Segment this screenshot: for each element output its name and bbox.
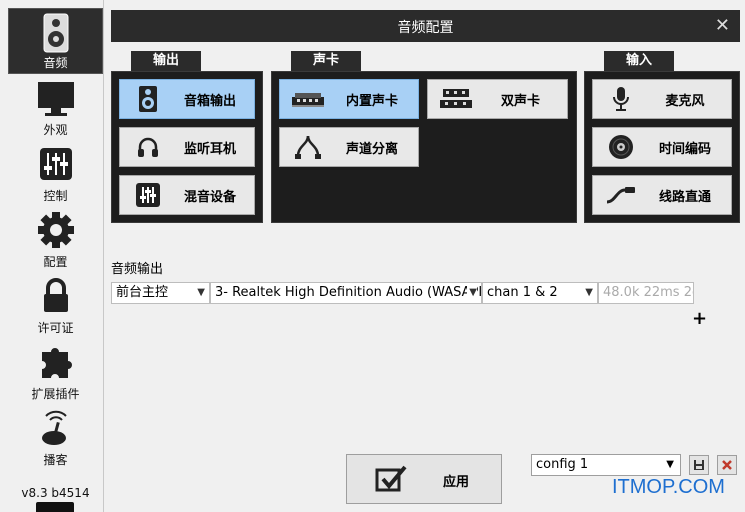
chevron-down-icon: ▼ (666, 459, 674, 470)
tab-input: 输入 (604, 51, 674, 71)
sidebar-item-extensions[interactable]: 扩展插件 (8, 338, 103, 404)
chevron-down-icon: ▼ (467, 283, 477, 303)
dual-soundcard-icon (438, 85, 474, 113)
sidebar-item-skins[interactable]: 外观 (8, 74, 103, 140)
channels-select[interactable]: chan 1 & 2 ▼ (482, 282, 598, 304)
sidebar-item-label: 外观 (43, 123, 68, 137)
chevron-down-icon: ▼ (197, 287, 205, 298)
folder-icon[interactable] (36, 502, 74, 512)
sidebar: 音频 外观 控制 配置 许可证 扩展插件 播客 v8.3 b4514 (0, 0, 104, 512)
speaker-icon (130, 85, 166, 113)
builtin-soundcard-button[interactable]: 内置声卡 (279, 79, 419, 119)
sample-rate-field[interactable]: 48.0k 22ms 2o (598, 282, 694, 304)
sidebar-item-label: 配置 (43, 255, 68, 269)
save-config-button[interactable] (689, 455, 709, 475)
dual-soundcard-label: 双声卡 (500, 93, 540, 109)
mixer-device-label: 混音设备 (183, 189, 236, 205)
headphones-label: 监听耳机 (183, 141, 236, 157)
close-icon[interactable]: ✕ (715, 15, 730, 36)
sidebar-item-options[interactable]: 配置 (8, 206, 103, 272)
sidebar-item-label: 音频 (43, 56, 68, 70)
tab-soundcard: 声卡 (291, 51, 361, 71)
watermark-text: ITMOP.COM (612, 476, 725, 498)
dual-soundcard-button[interactable]: 双声卡 (427, 79, 568, 119)
add-output-button[interactable]: + (692, 308, 707, 329)
split-cable-icon (290, 133, 326, 161)
builtin-soundcard-label: 内置声卡 (345, 93, 398, 109)
dialog-titlebar: 音频配置 ✕ (111, 10, 740, 42)
microphone-label: 麦克风 (665, 93, 705, 109)
sidebar-item-label: 扩展插件 (31, 387, 80, 401)
audio-output-label: 音频输出 (111, 262, 164, 277)
channel-split-button[interactable]: 声道分离 (279, 127, 419, 167)
speaker-output-label: 音箱输出 (183, 93, 236, 109)
delete-icon (722, 460, 732, 470)
chevron-down-icon: ▼ (585, 287, 593, 298)
monitor-icon (37, 82, 74, 116)
broadcast-icon (41, 410, 67, 445)
apply-button[interactable]: 应用 (346, 454, 502, 504)
sliders-icon (39, 148, 72, 180)
sidebar-item-label: 许可证 (37, 321, 74, 335)
config-select-value: config 1 (536, 457, 589, 472)
soundcard-icon (290, 85, 326, 113)
mixer-icon (130, 181, 166, 209)
dialog-title: 音频配置 (397, 20, 454, 36)
device-select[interactable]: 3- Realtek High Definition Audio (WASAPI… (210, 282, 482, 304)
line-cable-icon (603, 181, 639, 209)
delete-config-button[interactable] (717, 455, 737, 475)
tab-output: 输出 (131, 51, 201, 71)
device-select-value: 3- Realtek High Definition Audio (WASAPI… (215, 285, 482, 300)
save-icon (694, 460, 704, 470)
sidebar-item-controls[interactable]: 控制 (8, 140, 103, 206)
channels-select-value: chan 1 & 2 (487, 285, 558, 300)
speaker-icon (43, 13, 68, 53)
channel-split-label: 声道分离 (345, 141, 398, 157)
mixer-device-button[interactable]: 混音设备 (119, 175, 255, 215)
sidebar-item-label: 播客 (43, 453, 68, 467)
line-through-label: 线路直通 (658, 189, 711, 205)
config-select[interactable]: config 1 ▼ (531, 454, 681, 476)
microphone-button[interactable]: 麦克风 (592, 79, 732, 119)
lock-icon (43, 278, 68, 312)
vinyl-icon (603, 133, 639, 161)
target-select[interactable]: 前台主控 ▼ (111, 282, 210, 304)
gear-icon (37, 212, 74, 248)
sidebar-item-licenses[interactable]: 许可证 (8, 272, 103, 338)
microphone-icon (603, 85, 639, 113)
speaker-output-button[interactable]: 音箱输出 (119, 79, 255, 119)
headphones-button[interactable]: 监听耳机 (119, 127, 255, 167)
line-through-button[interactable]: 线路直通 (592, 175, 732, 215)
sidebar-item-audio[interactable]: 音频 (8, 8, 103, 74)
checkbox-icon (375, 465, 409, 497)
apply-label: 应用 (443, 475, 470, 490)
version-label: v8.3 b4514 (21, 486, 90, 500)
timecode-button[interactable]: 时间编码 (592, 127, 732, 167)
sidebar-item-broadcast[interactable]: 播客 (8, 404, 103, 470)
timecode-label: 时间编码 (658, 141, 711, 157)
headphones-icon (130, 133, 166, 161)
sidebar-item-label: 控制 (43, 189, 68, 203)
target-select-value: 前台主控 (116, 285, 169, 300)
puzzle-icon (41, 348, 72, 378)
